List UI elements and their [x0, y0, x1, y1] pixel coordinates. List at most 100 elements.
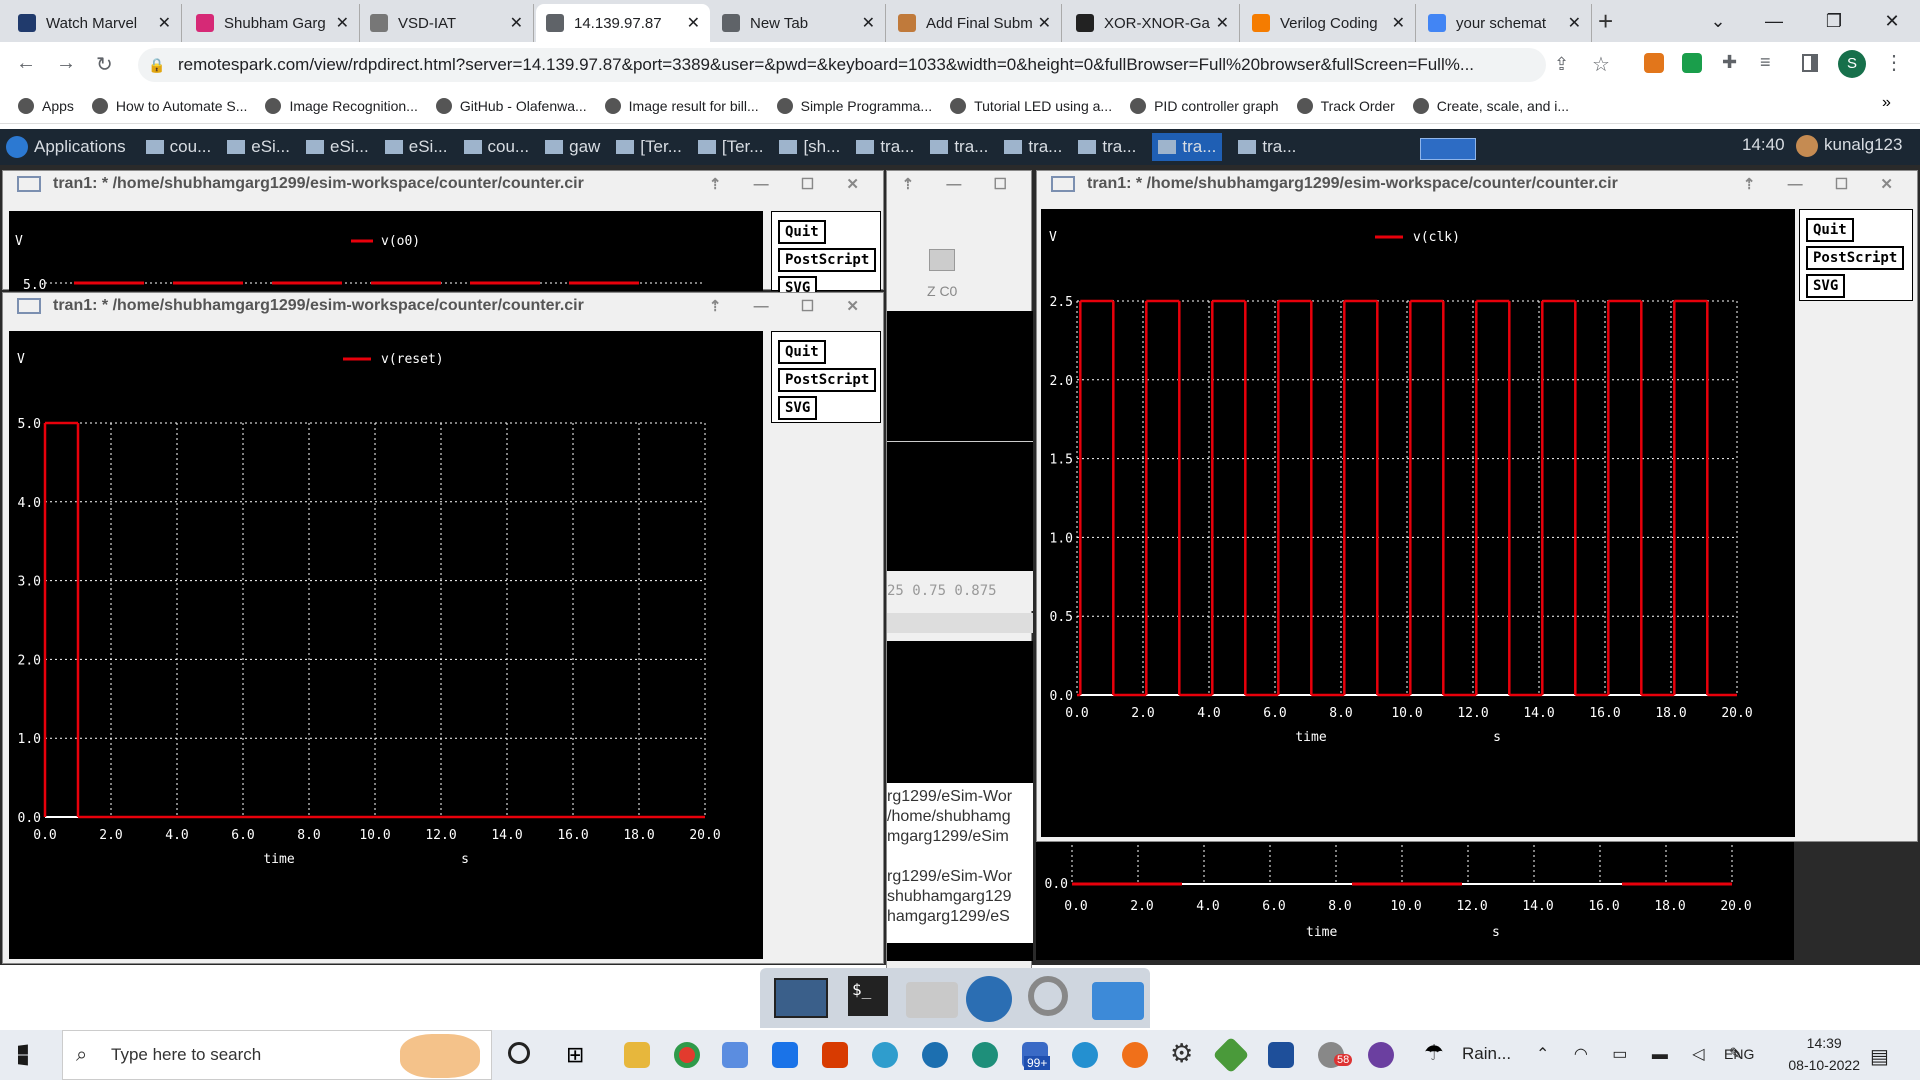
xfce-task[interactable]: tra... — [1004, 133, 1062, 161]
xfce-task[interactable]: tra... — [856, 133, 914, 161]
close-icon[interactable]: ✕ — [1864, 0, 1920, 42]
panel-user[interactable]: kunalg123 — [1824, 135, 1902, 155]
quit-button[interactable]: Quit — [778, 220, 826, 244]
applications-menu[interactable]: Applications — [6, 136, 126, 158]
browser-tab[interactable]: Shubham Garg ✕ — [186, 4, 360, 42]
bookmark-item[interactable]: How to Automate S... — [91, 97, 247, 114]
xfce-task[interactable]: tra... — [1152, 133, 1223, 161]
forward-icon[interactable]: → — [56, 52, 76, 75]
tray-icons[interactable]: ⌃ ◠ ▭ ▬ ◁ ✎ — [1536, 1044, 1752, 1064]
tab-close-icon[interactable]: ✕ — [1038, 13, 1051, 33]
browser-globe-icon[interactable] — [966, 976, 1012, 1022]
metamask-icon[interactable] — [1644, 53, 1664, 73]
firefox-icon[interactable] — [1122, 1042, 1148, 1068]
postscript-button[interactable]: PostScript — [778, 368, 877, 392]
edge-icon[interactable] — [872, 1042, 898, 1068]
scrollbar[interactable] — [887, 613, 1033, 633]
xfce-task[interactable]: tra... — [930, 133, 988, 161]
window-controls[interactable]: ⇡ — ☐ — [902, 175, 1021, 193]
bookmark-item[interactable]: PID controller graph — [1130, 97, 1279, 114]
tab-close-icon[interactable]: ✕ — [158, 13, 171, 33]
bookmark-item[interactable]: Image Recognition... — [265, 97, 418, 114]
xfce-task[interactable]: [sh... — [779, 133, 840, 161]
lock-icon[interactable]: 🔒 — [148, 57, 165, 74]
postscript-button[interactable]: PostScript — [778, 248, 877, 272]
tab-close-icon[interactable]: ✕ — [336, 13, 349, 33]
taskbar-clock[interactable]: 14:39 08-10-2022 — [1788, 1032, 1860, 1076]
edge-dev-icon[interactable] — [972, 1042, 998, 1068]
powershell-icon[interactable] — [1268, 1042, 1294, 1068]
xfce-task[interactable]: tra... — [1238, 133, 1296, 161]
task-view-icon[interactable]: ⊞ — [566, 1042, 584, 1068]
kebab-menu-icon[interactable]: ⋮ — [1884, 50, 1904, 75]
office-icon[interactable] — [822, 1042, 848, 1068]
workspace-switcher[interactable] — [1420, 138, 1476, 160]
back-icon[interactable]: ← — [16, 52, 36, 75]
weather-text[interactable]: Rain... — [1462, 1044, 1511, 1064]
puzzle-icon[interactable]: ✚ — [1722, 52, 1737, 73]
bookmark-item[interactable]: GitHub - Olafenwa... — [435, 97, 587, 114]
minimize-icon[interactable]: — — [1746, 0, 1802, 42]
browser-tab[interactable]: your schemat ✕ — [1418, 4, 1592, 42]
file-explorer-icon[interactable] — [624, 1042, 650, 1068]
postscript-button[interactable]: PostScript — [1806, 246, 1905, 270]
terminal-icon[interactable]: $_ — [848, 976, 888, 1016]
restore-icon[interactable]: ❐ — [1806, 0, 1862, 42]
xfce-task[interactable]: cou... — [145, 133, 211, 161]
browser-tab[interactable]: XOR-XNOR-Gat ✕ — [1066, 4, 1240, 42]
browser-tab[interactable]: Watch Marvel ✕ — [8, 4, 182, 42]
tab-close-icon[interactable]: ✕ — [1568, 13, 1581, 33]
bookmark-item[interactable]: Tutorial LED using a... — [950, 97, 1112, 114]
home-folder-icon[interactable] — [906, 982, 958, 1018]
more-bookmarks-icon[interactable]: » — [1882, 94, 1891, 112]
search-magnifier-icon[interactable] — [1028, 976, 1068, 1016]
browser-tab[interactable]: 14.139.97.87 ✕ — [536, 4, 710, 42]
xfce-task[interactable]: [Ter... — [616, 133, 682, 161]
xfce-task[interactable]: tra... — [1078, 133, 1136, 161]
window-controls[interactable]: ⇡ — ☐ ✕ — [709, 175, 873, 193]
record-icon[interactable] — [929, 249, 955, 271]
settings-gear-icon[interactable]: ⚙ — [1170, 1038, 1193, 1069]
star-icon[interactable]: ☆ — [1592, 52, 1610, 77]
edge-canary-icon[interactable] — [1072, 1042, 1098, 1068]
svg-button[interactable]: SVG — [778, 396, 818, 420]
action-center-icon[interactable]: ▤ — [1870, 1044, 1889, 1069]
store-icon[interactable] — [722, 1042, 748, 1068]
new-tab-button[interactable]: + — [1598, 6, 1613, 37]
reload-icon[interactable]: ↻ — [96, 52, 113, 77]
xfce-task[interactable]: eSi... — [227, 133, 290, 161]
address-bar[interactable]: remotespark.com/view/rdpdirect.html?serv… — [138, 48, 1546, 82]
tab-close-icon[interactable]: ✕ — [1392, 13, 1405, 33]
browser-tab[interactable]: New Tab ✕ — [712, 4, 886, 42]
lang-indicator[interactable]: ENG — [1724, 1046, 1754, 1062]
extension-q-icon[interactable] — [1682, 53, 1702, 73]
window-controls[interactable]: ⇡ — ☐ ✕ — [1743, 175, 1907, 193]
bookmark-item[interactable]: Create, scale, and i... — [1412, 97, 1569, 114]
quit-button[interactable]: Quit — [1806, 218, 1854, 242]
quit-button[interactable]: Quit — [778, 340, 826, 364]
desktop-icon[interactable] — [774, 978, 828, 1018]
share-icon[interactable]: ⇪ — [1554, 54, 1569, 75]
browser-tab[interactable]: VSD-IAT ✕ — [360, 4, 534, 42]
xfce-task[interactable]: [Ter... — [697, 133, 763, 161]
tab-close-icon[interactable]: ✕ — [1216, 13, 1229, 33]
xfce-task[interactable]: eSi... — [384, 133, 448, 161]
bookmark-item[interactable]: Track Order — [1296, 97, 1395, 114]
bookmark-item[interactable]: Simple Programma... — [776, 97, 932, 114]
mail-icon[interactable] — [772, 1042, 798, 1068]
bookmark-item[interactable]: Image result for bill... — [604, 97, 759, 114]
cortana-icon[interactable] — [508, 1042, 530, 1064]
github-desktop-icon[interactable] — [1368, 1042, 1394, 1068]
xfce-task[interactable]: gaw — [545, 133, 600, 161]
side-panel-icon[interactable] — [1802, 54, 1818, 72]
reading-list-icon[interactable]: ≡ — [1760, 52, 1771, 73]
browser-tab[interactable]: Add Final Subm ✕ — [888, 4, 1062, 42]
tab-close-icon[interactable]: ✕ — [687, 13, 700, 33]
svg-button[interactable]: SVG — [1806, 274, 1846, 298]
window-controls[interactable]: ⇡ — ☐ ✕ — [709, 297, 873, 315]
edge-beta-icon[interactable] — [922, 1042, 948, 1068]
xfce-task[interactable]: cou... — [463, 133, 529, 161]
bookmark-item[interactable]: Apps — [18, 97, 74, 114]
tab-close-icon[interactable]: ✕ — [510, 13, 523, 33]
tab-close-icon[interactable]: ✕ — [862, 13, 875, 33]
